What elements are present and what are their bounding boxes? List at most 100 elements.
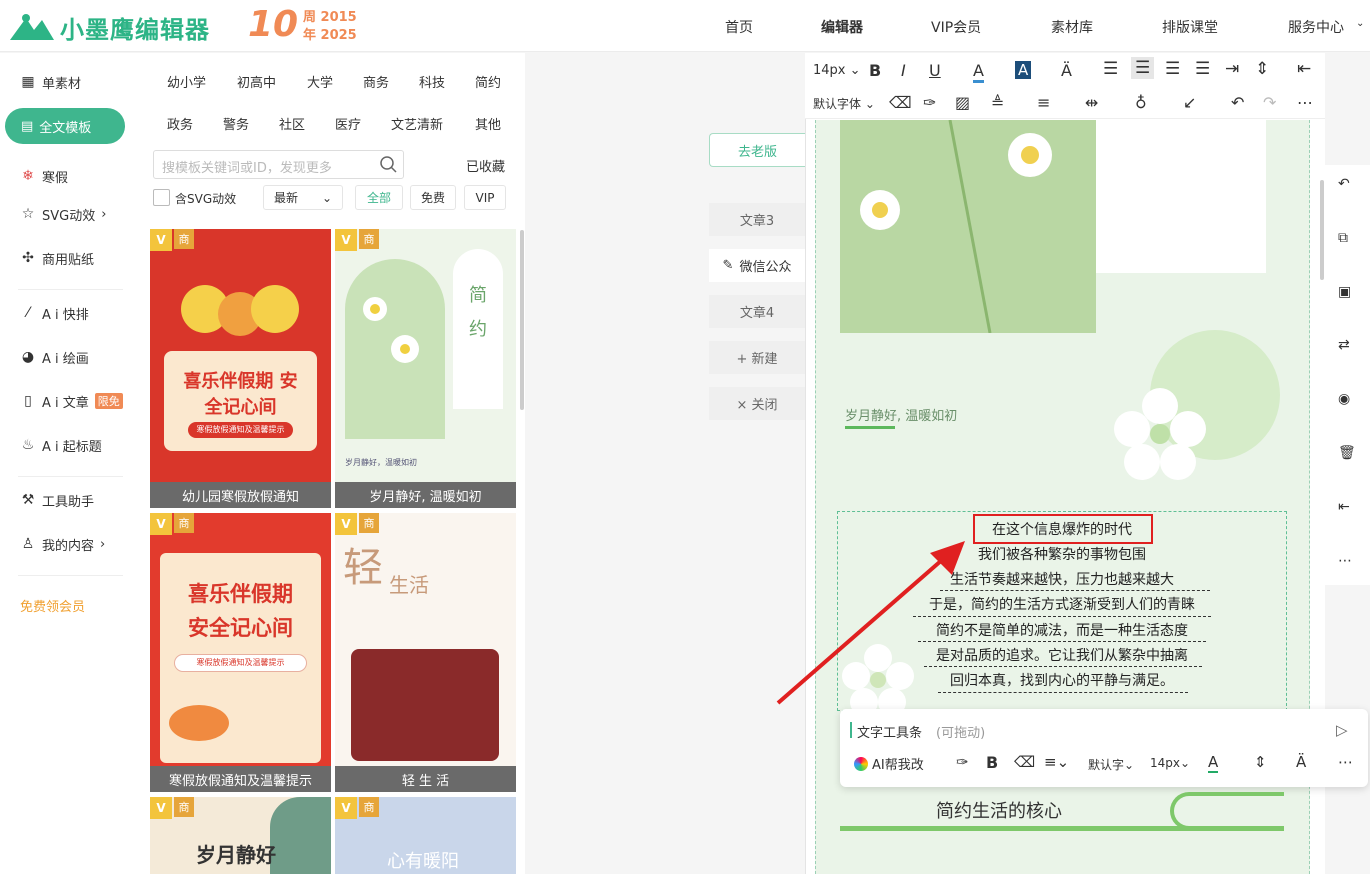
trash-icon[interactable]: 🗑	[1338, 445, 1356, 461]
sidebar-item-single[interactable]: ▦ 单素材	[20, 71, 81, 93]
play-icon[interactable]: ▷	[1336, 721, 1348, 739]
favorites-link[interactable]: 已收藏	[466, 156, 505, 175]
tab-article3[interactable]: 文章3	[709, 203, 805, 236]
category-business[interactable]: 商务	[363, 72, 389, 91]
eraser-icon[interactable]: ⌫	[889, 93, 912, 112]
template-card[interactable]: 轻 生活 V 商 轻 生 活	[335, 513, 516, 792]
category-college[interactable]: 大学	[307, 72, 333, 91]
category-simple[interactable]: 简约	[475, 72, 501, 91]
preview-icon[interactable]: ◉	[1338, 391, 1350, 407]
line-height-icon[interactable]: ⇕	[1254, 753, 1267, 771]
filter-vip[interactable]: VIP	[464, 185, 506, 210]
more-icon[interactable]: ⋯	[1297, 93, 1313, 112]
text-effect-icon[interactable]: Ä	[1061, 61, 1072, 80]
canvas-scrollbar[interactable]	[1320, 180, 1324, 280]
filter-free[interactable]: 免费	[410, 185, 456, 210]
export-icon[interactable]: ⇤	[1338, 499, 1350, 515]
spacing-before-icon[interactable]: ≜	[991, 93, 1004, 112]
undo-icon[interactable]: ↶	[1231, 93, 1244, 112]
font-family-select[interactable]: 默认字⌄	[1088, 756, 1134, 773]
image-caption[interactable]: 岁月静好, 温暖如初	[845, 405, 957, 424]
more-icon[interactable]: ⋯	[1338, 553, 1352, 569]
nav-vip[interactable]: VIP会员	[931, 17, 981, 37]
underline-icon[interactable]: U	[929, 61, 941, 80]
font-size-select[interactable]: 14px⌄	[1150, 756, 1190, 770]
section-heading[interactable]: 简约生活的核心	[936, 797, 1062, 823]
category-middle[interactable]: 初高中	[237, 72, 276, 91]
nav-materials[interactable]: 素材库	[1051, 17, 1093, 37]
sidebar-item-tools[interactable]: ⚒ 工具助手	[20, 489, 94, 511]
copy-icon[interactable]: ⧉	[1338, 230, 1348, 246]
align-center-icon[interactable]: ☰	[1131, 57, 1155, 79]
old-version-button[interactable]: 去老版	[709, 133, 805, 167]
redo-icon[interactable]: ↷	[1263, 93, 1276, 112]
align-icon[interactable]: ≡⌄	[1044, 753, 1069, 771]
search-input[interactable]: 搜模板关键词或ID，发现更多	[153, 150, 404, 179]
category-medical[interactable]: 医疗	[335, 114, 361, 133]
sidebar-item-free-vip[interactable]: 免费领会员	[20, 594, 85, 616]
category-primary[interactable]: 幼小学	[167, 72, 206, 91]
sidebar-item-ai-title[interactable]: ♨ A i 起标题	[20, 434, 102, 456]
tab-wechat[interactable]: ✎ 微信公众	[709, 249, 805, 282]
category-literary[interactable]: 文艺清新	[391, 114, 443, 133]
sort-select[interactable]: 最新 ⌄	[263, 185, 343, 210]
image-icon[interactable]: ▨	[955, 93, 970, 112]
template-card[interactable]: 喜乐伴假期 安全记心间 寒假放假通知及温馨提示 V 商 幼儿园寒假放假通知	[150, 229, 331, 508]
save-icon[interactable]: ▣	[1338, 284, 1351, 300]
exit-icon[interactable]: ⇤	[1297, 59, 1311, 79]
logo-text[interactable]: 小墨鹰编辑器	[60, 10, 210, 45]
ai-edit-button[interactable]: AI帮我改	[854, 754, 924, 773]
sidebar-item-stickers[interactable]: ✣ 商用贴纸	[20, 247, 94, 269]
font-color-icon[interactable]: A	[1208, 753, 1219, 773]
nav-service[interactable]: 服务中心	[1288, 17, 1344, 37]
category-tech[interactable]: 科技	[419, 72, 445, 91]
category-other[interactable]: 其他	[475, 114, 501, 133]
sync-icon[interactable]: ⇄	[1338, 337, 1350, 353]
category-police[interactable]: 警务	[223, 114, 249, 133]
template-card[interactable]: 简 约 岁月静好，温暖如初 V 商 岁月静好, 温暖如初	[335, 229, 516, 508]
format-painter-icon[interactable]: ✑	[956, 753, 969, 771]
close-tab-button[interactable]: × 关闭	[709, 387, 805, 420]
category-community[interactable]: 社区	[279, 114, 305, 133]
bold-icon[interactable]: B	[869, 61, 881, 80]
daisy-image[interactable]	[840, 120, 1096, 333]
arrow-icon[interactable]: ↙	[1183, 93, 1196, 112]
sidebar-item-ai-paint[interactable]: ◕ A i 绘画	[20, 346, 89, 368]
sidebar-item-svg[interactable]: ☆ SVG动效 ›	[20, 203, 107, 225]
category-gov[interactable]: 政务	[167, 114, 193, 133]
eraser-icon[interactable]: ⌫	[1014, 753, 1035, 771]
svg-checkbox[interactable]	[153, 189, 170, 206]
sidebar-item-ai-layout[interactable]: ⁄ A i 快排	[20, 302, 89, 324]
nav-home[interactable]: 首页	[725, 17, 753, 37]
new-tab-button[interactable]: + 新建	[709, 341, 805, 374]
italic-icon[interactable]: I	[901, 61, 906, 80]
spacing-after-icon[interactable]: ≡	[1037, 93, 1050, 112]
tab-article4[interactable]: 文章4	[709, 295, 805, 328]
font-color-icon[interactable]: A	[973, 61, 984, 83]
line-height-icon[interactable]: ⇕	[1255, 59, 1269, 79]
sidebar-item-ai-article[interactable]: ▯ A i 文章 限免	[20, 390, 123, 412]
undo-icon[interactable]: ↶	[1338, 176, 1350, 192]
filter-all[interactable]: 全部	[355, 185, 403, 210]
align-right-icon[interactable]: ☰	[1165, 59, 1180, 79]
nav-editor[interactable]: 编辑器	[821, 17, 863, 37]
bold-icon[interactable]: B	[986, 753, 998, 772]
indent-icon[interactable]: ⇥	[1225, 59, 1239, 79]
font-size-select[interactable]: 14px ⌄	[813, 63, 861, 78]
text-effect-icon[interactable]: Ä	[1296, 753, 1306, 771]
align-left-icon[interactable]: ☰	[1103, 59, 1118, 79]
panel-scrollbar[interactable]	[520, 230, 524, 410]
nav-course[interactable]: 排版课堂	[1162, 17, 1218, 37]
template-card[interactable]: 心有暖阳 V 商	[335, 797, 516, 874]
font-family-select[interactable]: 默认字体 ⌄	[813, 95, 875, 112]
more-icon[interactable]: ⋯	[1338, 753, 1353, 771]
search-icon[interactable]	[379, 155, 397, 173]
text-toolbar[interactable]: 文字工具条 (可拖动) ▷ AI帮我改 ✑ B ⌫ ≡⌄ 默认字⌄ 14px⌄ …	[840, 709, 1368, 787]
letter-spacing-icon[interactable]: ⇹	[1085, 93, 1098, 112]
sidebar-item-winter[interactable]: ❄ 寒假	[20, 165, 68, 187]
sidebar-item-mycontent[interactable]: ♙ 我的内容 ›	[20, 533, 106, 555]
bulb-icon[interactable]: ♁	[1135, 93, 1147, 112]
bg-color-icon[interactable]: A	[1015, 61, 1032, 79]
format-painter-icon[interactable]: ✑	[923, 93, 936, 112]
sidebar-item-fulltemplate[interactable]: ▤ 全文模板	[5, 108, 125, 144]
